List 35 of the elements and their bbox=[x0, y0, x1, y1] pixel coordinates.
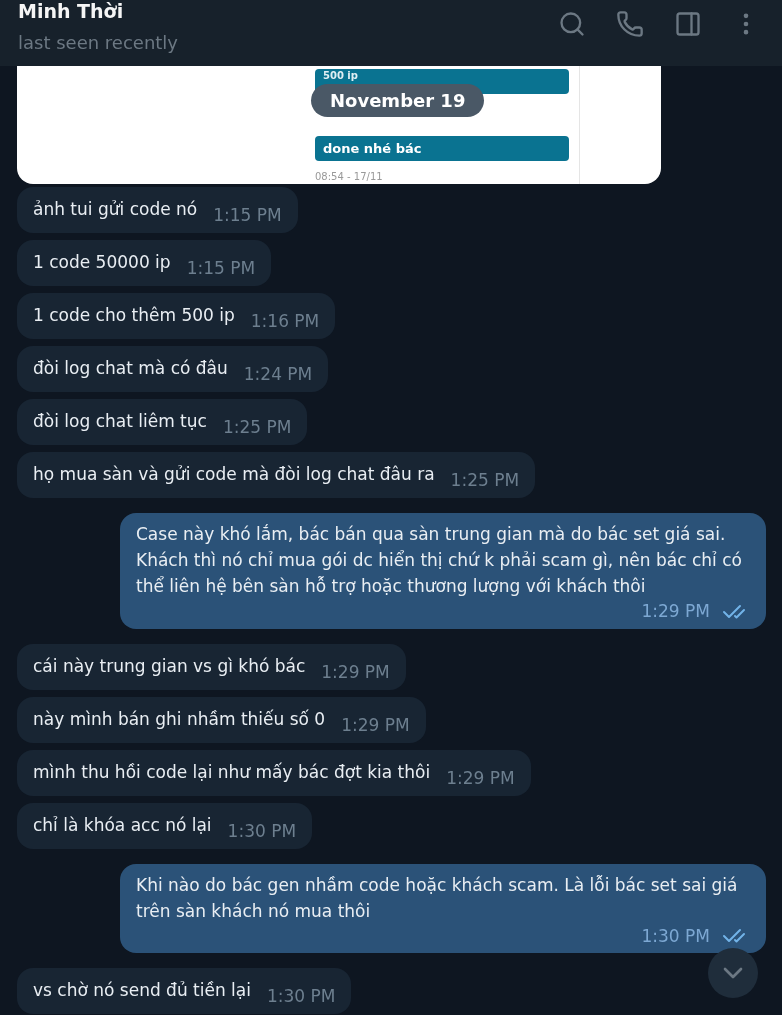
message-text: vs chờ nó send đủ tiền lại bbox=[33, 979, 251, 1003]
chat-log-bubble: done nhé bác bbox=[315, 136, 569, 161]
message-text: này mình bán ghi nhầm thiếu số 0 bbox=[33, 707, 326, 731]
search-icon[interactable] bbox=[558, 10, 586, 38]
message-text: cái này trung gian vs gì khó bác bbox=[33, 654, 306, 678]
message-time: 1:15 PM bbox=[213, 204, 282, 228]
message-time: 1:29 PM bbox=[641, 600, 710, 623]
message-time: 1:25 PM bbox=[222, 416, 292, 440]
message-time: 1:30 PM bbox=[267, 985, 336, 1009]
sidebar-toggle-icon[interactable] bbox=[674, 10, 702, 38]
message-time: 1:16 PM bbox=[250, 310, 320, 334]
message-time: 1:15 PM bbox=[186, 257, 256, 281]
message-text: Case này khó lắm, bác bán qua sàn trung gian mà do bác set giá sai. Khách thì nó chỉ mua gói dc hiển thị chứ k phải scam gì, nên bác chỉ có thể liên hệ bên sàn hỗ trợ hoặc thương lượng với khách thôi bbox=[136, 523, 743, 598]
message-text: chỉ là khóa acc nó lại bbox=[33, 813, 212, 837]
scroll-down-button[interactable] bbox=[708, 948, 758, 998]
message-time: 1:25 PM bbox=[450, 469, 520, 493]
date-label: November 19 bbox=[311, 84, 485, 117]
message-text: mình thu hồi code lại như mấy bác đợt kia thôi bbox=[33, 760, 431, 784]
message-text: ảnh tui gửi code nó bbox=[33, 198, 198, 222]
phone-icon[interactable] bbox=[616, 10, 644, 38]
message-text: Khi nào do bác gen nhầm code hoặc khách scam. Là lỗi bác set sai giá trên sàn khách nó mua thôi bbox=[136, 873, 739, 923]
chat-log-timestamp: 08:54 - 17/11 bbox=[315, 170, 384, 184]
contact-name: Minh Thời bbox=[18, 0, 125, 22]
message-time: 1:30 PM bbox=[227, 819, 297, 843]
message-text: 1 code cho thêm 500 ip bbox=[33, 304, 235, 328]
message-time: 1:29 PM bbox=[446, 766, 515, 790]
message-time: 1:24 PM bbox=[243, 363, 313, 387]
message-text: đòi log chat liêm tục bbox=[33, 410, 207, 434]
message-time: 1:29 PM bbox=[321, 660, 390, 684]
message-time: 1:30 PM bbox=[641, 924, 710, 948]
message-text: đòi log chat mà có đâu bbox=[33, 357, 228, 381]
contact-status: last seen recently bbox=[18, 31, 178, 55]
message-time: 1:29 PM bbox=[341, 713, 410, 737]
message-text: 1 code 50000 ip bbox=[33, 251, 171, 275]
message-text: họ mua sàn và gửi code mà đòi log chat đâu ra bbox=[33, 463, 435, 487]
